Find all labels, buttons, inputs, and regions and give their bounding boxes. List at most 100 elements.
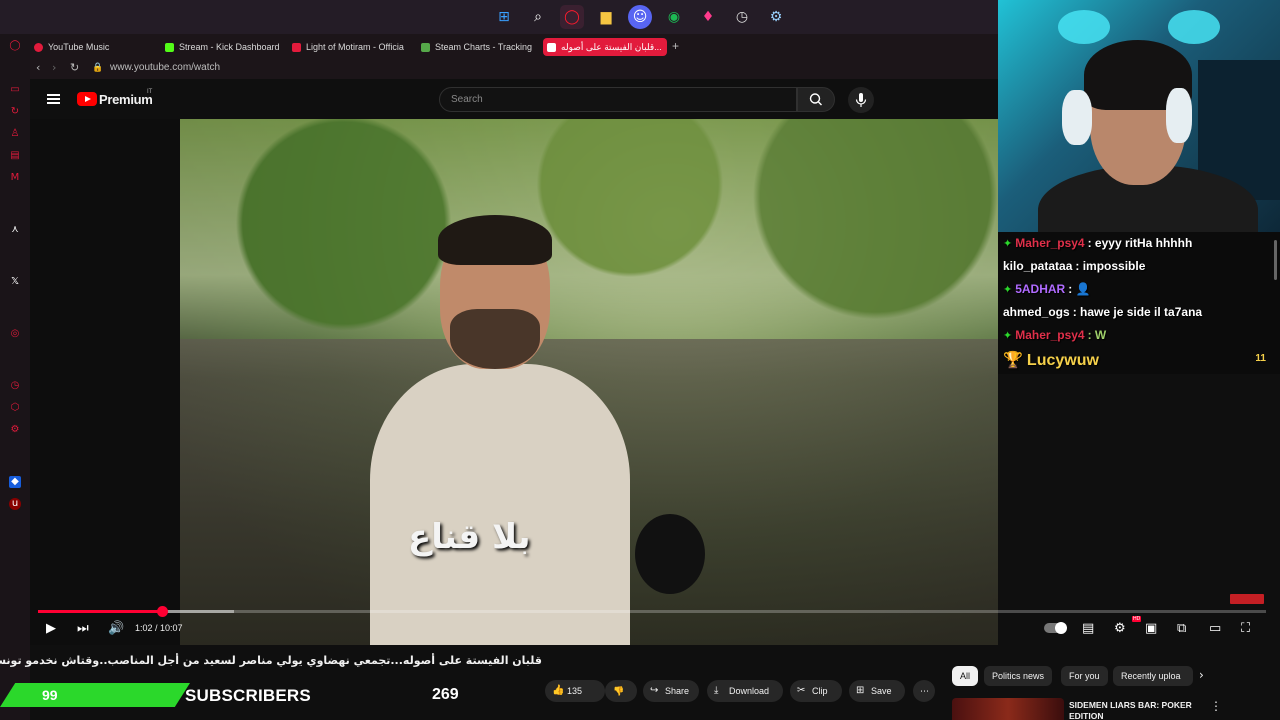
subscribe-watermark[interactable] (1230, 594, 1264, 604)
history-icon[interactable]: ◷ (9, 380, 21, 392)
tab-steam-charts[interactable]: Steam Charts - Tracking (417, 38, 537, 56)
video-player[interactable]: بلا قناع (30, 119, 998, 645)
youtube-music-icon (34, 43, 43, 52)
bitwarden-icon[interactable]: ◆ (9, 476, 21, 488)
save-button[interactable]: ⊞ Save (849, 680, 905, 702)
windows-icon[interactable]: ⊞ (492, 5, 516, 29)
page-scrollbar[interactable] (1274, 240, 1277, 280)
chat-message: kilo_patataa: impossible (1003, 259, 1145, 273)
scissors-icon: ✂ (797, 685, 806, 696)
tab-youtube-music[interactable]: YouTube Music (30, 38, 150, 56)
more-options-icon[interactable]: ⋮ (1210, 699, 1222, 713)
headphones-left (1062, 90, 1092, 145)
chip-for-you[interactable]: For you (1061, 666, 1108, 686)
related-video[interactable]: SIDEMEN LIARS BAR: POKER EDITION ⋮ (952, 698, 1252, 720)
settings-icon[interactable]: ⚙ (9, 424, 21, 436)
clock-icon[interactable]: ◷ (730, 5, 754, 29)
sidebar-app-icon[interactable]: ↻ (9, 106, 21, 118)
chat-text: : impossible (1075, 259, 1146, 273)
pip-icon[interactable]: ⧉ (1177, 621, 1186, 636)
chip-politics-news[interactable]: Politics news (984, 666, 1053, 686)
kick-icon (165, 43, 174, 52)
interview-microphone (635, 514, 705, 594)
progress-bar[interactable] (38, 606, 1266, 617)
dislike-button[interactable]: 👎 (605, 680, 637, 702)
autoplay-toggle[interactable] (1044, 622, 1067, 634)
menu-icon[interactable] (47, 94, 60, 104)
miniplayer-icon[interactable]: ▣ (1145, 621, 1157, 636)
subtitles-icon[interactable]: ▤ (1082, 621, 1094, 636)
theater-mode-icon[interactable]: ▭ (1209, 621, 1221, 636)
trophy-icon: 🏆 (1003, 350, 1023, 369)
sidebar-app-icon[interactable]: ▤ (9, 150, 21, 162)
microphone-icon (855, 93, 867, 107)
youtube-icon (547, 43, 556, 52)
volume-icon[interactable]: 🔊 (108, 621, 124, 636)
search-button[interactable] (797, 87, 835, 112)
subscriber-goal: 269 (432, 686, 459, 703)
like-button[interactable]: 👍 135 (545, 680, 605, 702)
share-icon: ↪ (650, 685, 659, 696)
ublock-icon[interactable]: u (9, 498, 21, 510)
top-chatter-count: 11 (1255, 353, 1266, 364)
sub-badge-icon: ✦ (1003, 237, 1013, 250)
discord-icon[interactable]: ☺ (628, 5, 652, 29)
share-button[interactable]: ↪ Share (643, 680, 699, 702)
time-display: 1:02 / 10:07 (135, 623, 183, 633)
chat-username: Maher_psy4 (1015, 236, 1085, 250)
youtube-icon (292, 43, 301, 52)
steam-icon[interactable]: ⚙ (764, 5, 788, 29)
sidebar-app-icon[interactable]: ⋏ (9, 224, 21, 236)
forward-icon[interactable]: › (52, 61, 56, 74)
reload-icon[interactable]: ↻ (70, 61, 79, 74)
x-icon[interactable]: 𝕏 (9, 276, 21, 288)
settings-icon[interactable]: ⚙ (1114, 621, 1126, 636)
url-field[interactable]: www.youtube.com/watch (110, 62, 220, 73)
next-icon[interactable]: ⏭ (77, 621, 89, 636)
play-icon[interactable]: ▶ (46, 621, 56, 636)
chat-text: : hawe je side il ta7ana (1072, 305, 1203, 319)
opera-menu-icon[interactable]: ◯ (9, 40, 21, 52)
download-button[interactable]: ⤓ Download (707, 680, 783, 702)
youtube-brand[interactable]: Premium (99, 92, 153, 107)
search-icon[interactable]: ⌕ (526, 5, 550, 29)
spotify-icon[interactable]: ◉ (662, 5, 686, 29)
clip-button[interactable]: ✂ Clip (790, 680, 842, 702)
screen: ⊞ ⌕ ◯ ▆ ☺ ◉ ♦ ◷ ⚙ ◯ ▭ ↻ ♙ ▤ M ⋏ 𝕏 ◎ ◷ ⬡ … (0, 0, 1280, 720)
voice-search-button[interactable] (848, 87, 874, 113)
tab-current-video[interactable]: قلبان الفيستة على أصوله... (543, 38, 667, 56)
tab-light-of-motiram[interactable]: Light of Motiram - Officia (288, 38, 408, 56)
bookmark-icon: ⊞ (856, 685, 865, 696)
related-thumbnail[interactable] (952, 698, 1064, 720)
youtube-logo-icon[interactable] (77, 92, 97, 106)
sidebar-app-icon[interactable]: ▭ (9, 84, 21, 96)
webcam-overlay (998, 0, 1280, 232)
headphones-right (1166, 88, 1192, 143)
sidebar-app-icon[interactable]: ♙ (9, 128, 21, 140)
more-actions-button[interactable]: ⋯ (913, 680, 935, 702)
sidebar-app-icon[interactable]: ◎ (9, 328, 21, 340)
fullscreen-icon[interactable]: ⛶ (1241, 621, 1250, 636)
new-tab-button[interactable]: + (672, 39, 679, 53)
sidebar-app-icon[interactable]: ⬡ (9, 402, 21, 414)
tab-kick-dashboard[interactable]: Stream - Kick Dashboard (161, 38, 281, 56)
file-explorer-icon[interactable]: ▆ (594, 5, 618, 29)
chat-username: 5ADHAR (1015, 282, 1066, 296)
search-icon (809, 93, 822, 106)
top-chatter: 🏆 Lucywuw (1003, 350, 1099, 370)
sidebar-app-icon[interactable]: M (9, 172, 21, 184)
chat-username: Maher_psy4 (1015, 328, 1085, 342)
related-title[interactable]: SIDEMEN LIARS BAR: POKER EDITION (1069, 700, 1219, 720)
sub-badge-icon: ✦ (1003, 329, 1013, 342)
opera-icon[interactable]: ◯ (560, 5, 584, 29)
chip-recently-uploaded[interactable]: Recently uploa (1113, 666, 1193, 686)
address-bar: ‹ › ↻ 🔒 www.youtube.com/watch (30, 59, 998, 79)
back-icon[interactable]: ‹ (36, 61, 40, 74)
youtube-header: Premium IT Search (30, 79, 998, 119)
progress-played (38, 610, 163, 613)
search-input[interactable]: Search (439, 87, 797, 112)
pin-icon[interactable]: ♦ (696, 5, 720, 29)
chevron-right-icon[interactable]: › (1199, 668, 1204, 682)
chip-all[interactable]: All (952, 666, 979, 686)
more-icon: ⋯ (920, 687, 929, 697)
